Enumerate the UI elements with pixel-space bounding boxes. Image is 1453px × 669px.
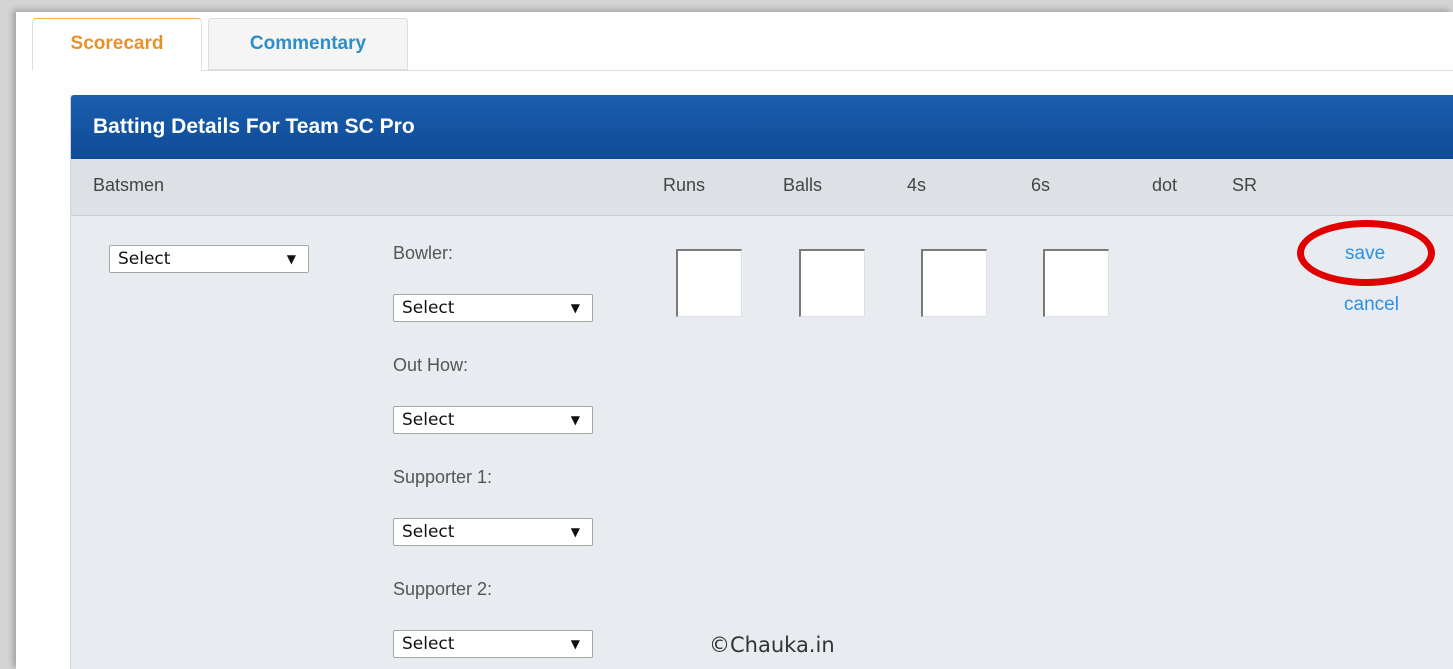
tab-divider: [32, 70, 1453, 71]
chevron-down-icon: ▼: [286, 252, 296, 266]
column-sr: SR: [1232, 175, 1258, 195]
supporter-2-select[interactable]: Select ▼: [393, 630, 593, 658]
chevron-down-icon: ▼: [570, 637, 580, 651]
supporter-2-select-value: Select: [402, 634, 455, 654]
save-link[interactable]: save: [1345, 243, 1385, 265]
bowler-select-value: Select: [402, 298, 455, 318]
fours-input[interactable]: [921, 249, 987, 317]
panel-title: Batting Details For Team SC Pro: [71, 95, 1453, 159]
sixes-input[interactable]: [1043, 249, 1109, 317]
tab-commentary[interactable]: Commentary: [208, 18, 408, 70]
supporter-1-label: Supporter 1:: [393, 467, 493, 487]
column-4s: 4s: [907, 175, 927, 195]
chevron-down-icon: ▼: [570, 413, 580, 427]
chevron-down-icon: ▼: [570, 525, 580, 539]
out-how-select-value: Select: [402, 410, 455, 430]
batsman-select[interactable]: Select ▼: [109, 245, 309, 273]
supporter-1-select-value: Select: [402, 522, 455, 542]
tab-scorecard[interactable]: Scorecard: [32, 18, 202, 71]
column-header-row: Batsmen Runs Balls 4s 6s dot SR: [71, 159, 1453, 216]
runs-input[interactable]: [676, 249, 742, 317]
column-balls: Balls: [783, 175, 823, 195]
batting-details-panel: Batting Details For Team SC Pro Batsmen …: [70, 95, 1453, 669]
column-runs: Runs: [663, 175, 706, 195]
column-dot: dot: [1152, 175, 1178, 195]
out-how-label: Out How:: [393, 355, 469, 375]
out-how-select[interactable]: Select ▼: [393, 406, 593, 434]
chevron-down-icon: ▼: [570, 301, 580, 315]
page-frame: Scorecard Commentary Batting Details For…: [16, 12, 1453, 669]
cancel-link[interactable]: cancel: [1344, 294, 1399, 316]
supporter-2-label: Supporter 2:: [393, 579, 493, 599]
balls-input[interactable]: [799, 249, 865, 317]
column-6s: 6s: [1031, 175, 1051, 195]
bowler-select[interactable]: Select ▼: [393, 294, 593, 322]
watermark: ©Chauka.in: [709, 633, 835, 657]
batsman-select-value: Select: [118, 249, 171, 269]
column-batsmen: Batsmen: [93, 175, 165, 195]
bowler-label: Bowler:: [393, 243, 454, 263]
supporter-1-select[interactable]: Select ▼: [393, 518, 593, 546]
